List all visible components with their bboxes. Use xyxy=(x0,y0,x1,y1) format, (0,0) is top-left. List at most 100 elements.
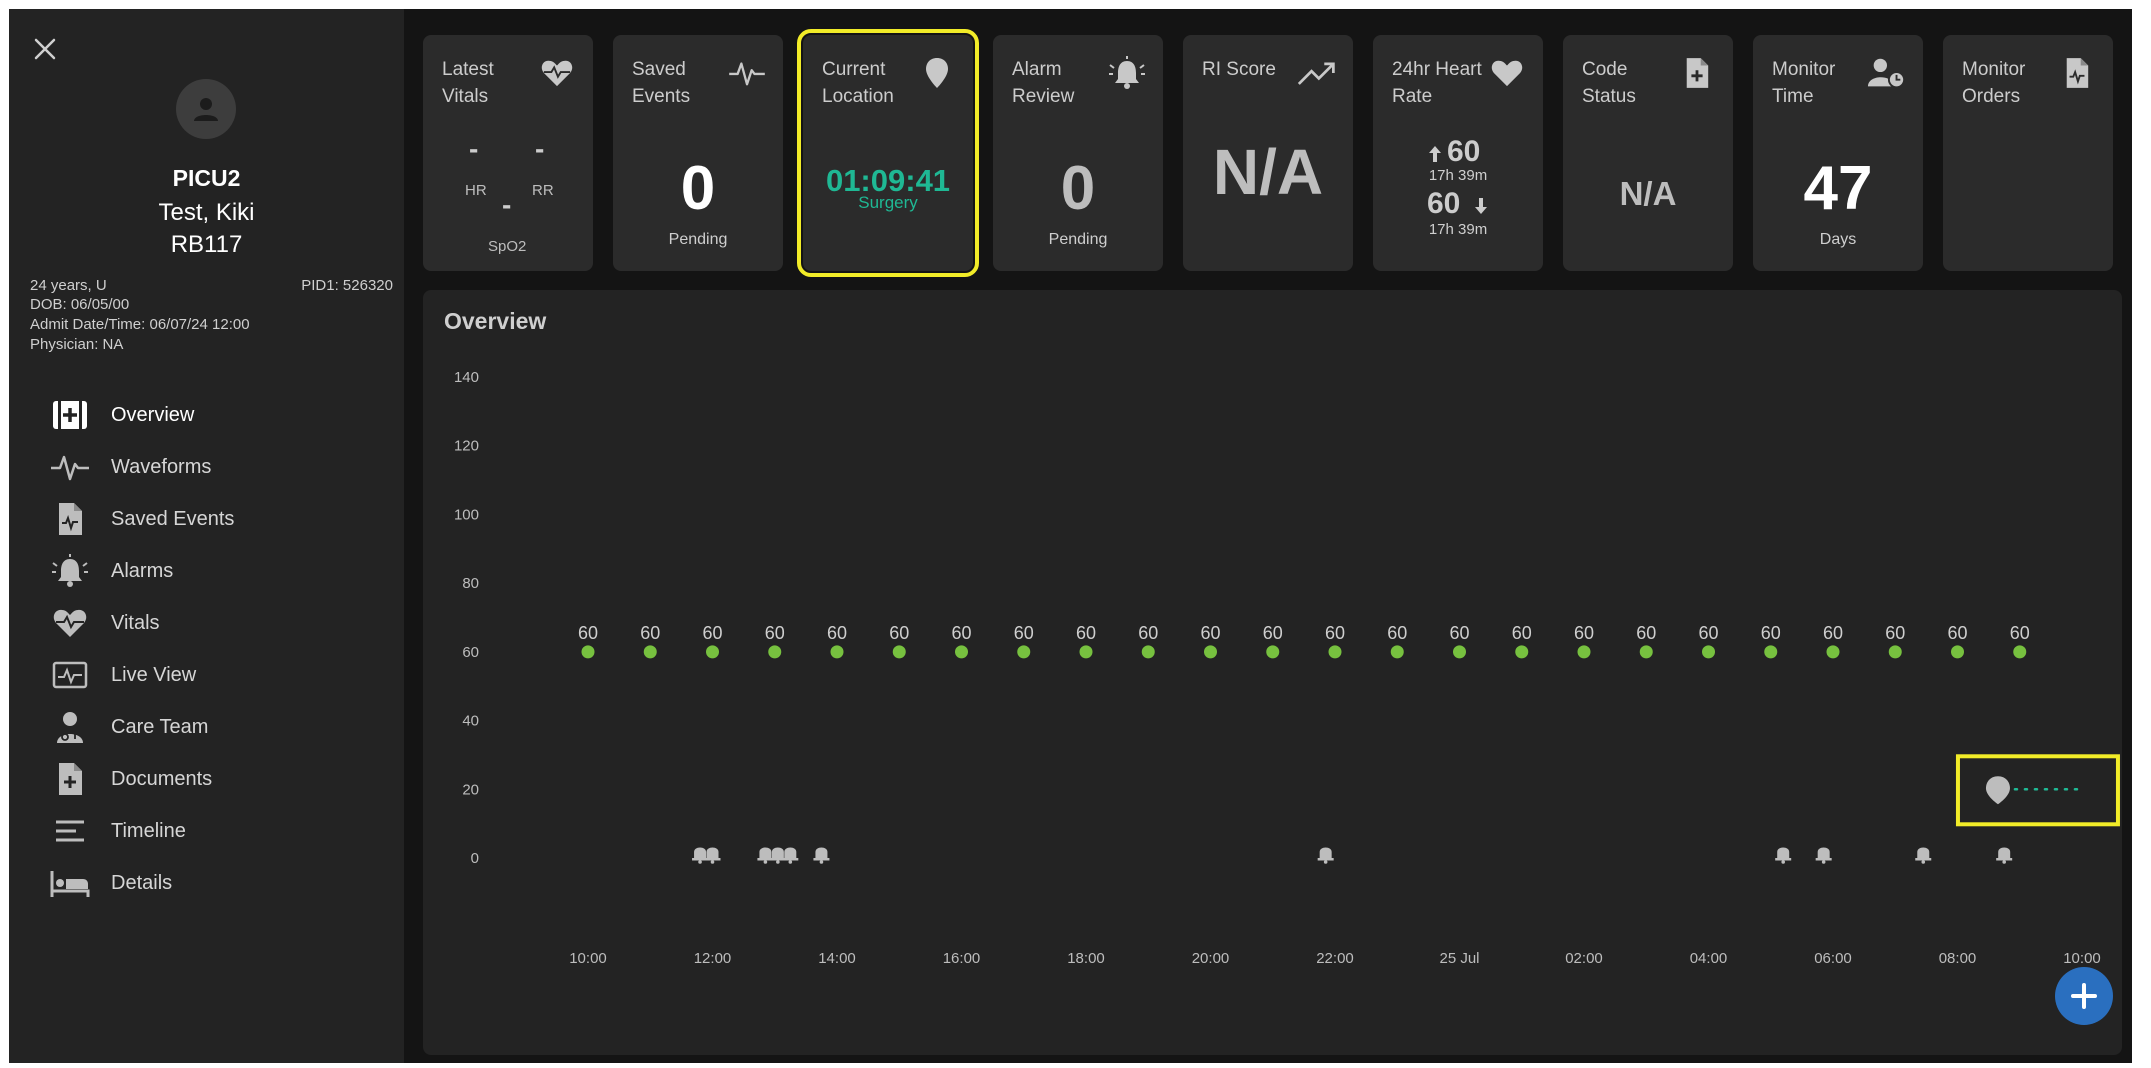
alarm-bell-icon[interactable] xyxy=(757,847,774,864)
tile-ri-score[interactable]: RI Score N/A xyxy=(1183,35,1353,271)
patient-name: Test, Kiki xyxy=(158,199,255,226)
location-pin-icon[interactable] xyxy=(1985,776,2010,805)
y-tick-label: 20 xyxy=(462,781,479,798)
documents-icon xyxy=(49,759,91,799)
x-tick-label: 14:00 xyxy=(818,950,856,967)
alarm-bell-icon[interactable] xyxy=(1775,847,1792,864)
add-button[interactable] xyxy=(2055,967,2113,1025)
sidebar-item-care-team[interactable]: Care Team xyxy=(49,705,379,749)
tile-code-status[interactable]: Code Status N/A xyxy=(1563,35,1733,271)
data-point xyxy=(1577,645,1591,659)
y-tick-label: 80 xyxy=(462,575,479,592)
sidebar-item-documents[interactable]: Documents xyxy=(49,757,379,801)
tile-title: RI Score xyxy=(1202,59,1276,80)
x-tick-label: 06:00 xyxy=(1814,950,1852,967)
overview-panel: Overview 0 20 40 60 80 100 120 140 10:00 12:00 14:… xyxy=(423,290,2122,1055)
tile-latest-vitals[interactable]: Latest Vitals - HR - RR - SpO2 xyxy=(423,35,593,271)
sidebar-item-saved-events[interactable]: Saved Events xyxy=(49,497,379,541)
data-label: 60 xyxy=(1138,623,1158,643)
alarm-bell-icon[interactable] xyxy=(704,847,721,864)
saved-events-count: 0 xyxy=(680,154,716,223)
sidebar-item-vitals[interactable]: Vitals xyxy=(49,601,379,645)
y-tick-label: 60 xyxy=(462,644,479,661)
sidebar-item-live-view[interactable]: Live View xyxy=(49,653,379,697)
x-tick-label: 02:00 xyxy=(1565,950,1603,967)
tile-title: Current Location xyxy=(822,59,894,107)
location-pin-icon xyxy=(917,53,957,93)
sidebar-item-alarms[interactable]: Alarms xyxy=(49,549,379,593)
alarm-bell-icon[interactable] xyxy=(1996,847,2013,864)
data-label: 60 xyxy=(1512,623,1532,643)
sidebar-item-label: Details xyxy=(111,871,173,894)
tile-title: Alarm Review xyxy=(1012,59,1075,107)
sidebar-item-details[interactable]: Details xyxy=(49,861,379,905)
heart-pulse-icon xyxy=(537,53,577,93)
x-tick-label: 22:00 xyxy=(1316,950,1354,967)
data-label: 60 xyxy=(2010,623,2030,643)
tile-24hr-heart-rate[interactable]: 24hr Heart Rate 60 17h 39m 60 17h 39m xyxy=(1373,35,1543,271)
tile-alarm-review[interactable]: Alarm Review 0 Pending xyxy=(993,35,1163,271)
sidebar-item-label: Live View xyxy=(111,663,197,686)
waveform-icon xyxy=(49,447,91,487)
sidebar-item-waveforms[interactable]: Waveforms xyxy=(49,445,379,489)
data-label: 60 xyxy=(578,623,598,643)
data-label: 60 xyxy=(1387,623,1407,643)
avatar xyxy=(176,79,236,139)
patient-age-sex: 24 years, U xyxy=(30,277,107,294)
data-point xyxy=(1328,645,1342,659)
hr-high-duration: 17h 39m xyxy=(1428,167,1488,184)
y-tick-label: 40 xyxy=(462,713,479,730)
alarm-bell-icon[interactable] xyxy=(1317,847,1334,864)
data-point xyxy=(581,645,595,659)
alarm-bell-icon[interactable] xyxy=(769,847,786,864)
data-label: 60 xyxy=(1325,623,1345,643)
sidebar-item-timeline[interactable]: Timeline xyxy=(49,809,379,853)
tile-current-location[interactable]: Current Location 01:09:41 Surgery xyxy=(797,29,979,277)
alarm-bell-icon[interactable] xyxy=(782,847,799,864)
overview-chart: 0 20 40 60 80 100 120 140 10:00 12:00 14:00 16:00 18… xyxy=(454,369,2120,967)
sidebar-item-overview[interactable]: Overview xyxy=(49,393,379,437)
sidebar-item-label: Overview xyxy=(111,403,195,426)
close-icon[interactable] xyxy=(27,31,63,67)
y-tick-label: 120 xyxy=(454,438,479,455)
patient-physician: Physician: NA xyxy=(30,336,124,353)
data-label: 60 xyxy=(1823,623,1843,643)
saved-events-status: Pending xyxy=(668,231,728,248)
alarm-bell-icon[interactable] xyxy=(1815,847,1832,864)
tile-saved-events[interactable]: Saved Events 0 Pending xyxy=(613,35,783,271)
data-point xyxy=(1702,645,1715,659)
hr-high-value: 60 xyxy=(1447,135,1481,168)
data-point xyxy=(1453,645,1466,659)
patient-pid: PID1: 526320 xyxy=(301,277,393,294)
location-name: Surgery xyxy=(858,193,918,212)
rr-label: RR xyxy=(532,182,554,199)
tile-monitor-time[interactable]: Monitor Time 47 Days xyxy=(1753,35,1923,271)
person-icon xyxy=(194,98,218,121)
tile-monitor-orders[interactable]: Monitor Orders xyxy=(1943,35,2113,271)
alarm-bell-icon[interactable] xyxy=(813,847,830,864)
data-label: 60 xyxy=(1636,623,1656,643)
x-tick-label: 10:00 xyxy=(569,950,607,967)
data-label: 60 xyxy=(1263,623,1283,643)
hr-label: HR xyxy=(465,182,487,199)
y-tick-label: 100 xyxy=(454,506,479,523)
data-label: 60 xyxy=(951,623,971,643)
alarm-bell-icon[interactable] xyxy=(692,847,709,864)
timeline-icon xyxy=(49,811,91,851)
data-label: 60 xyxy=(1574,623,1594,643)
data-point xyxy=(1079,645,1093,659)
vitals-icon xyxy=(49,603,91,643)
alarm-bell-icon[interactable] xyxy=(1915,847,1932,864)
orders-document-icon xyxy=(2057,53,2097,93)
spo2-label: SpO2 xyxy=(488,238,527,255)
user-clock-icon xyxy=(1867,53,1907,93)
sidebar-item-label: Timeline xyxy=(111,819,186,842)
data-point xyxy=(1204,645,1217,659)
rr-value: - xyxy=(535,133,545,164)
x-tick-label: 04:00 xyxy=(1690,950,1728,967)
arrow-down-icon xyxy=(1473,196,1489,221)
tile-title: Monitor Orders xyxy=(1962,59,2026,107)
x-tick-label: 18:00 xyxy=(1067,950,1105,967)
data-label: 60 xyxy=(1761,623,1781,643)
data-point xyxy=(1515,645,1529,659)
